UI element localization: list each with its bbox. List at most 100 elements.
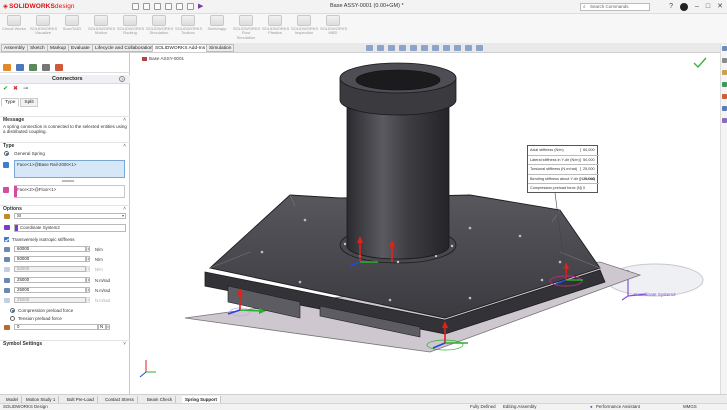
tab-type[interactable]: Type [1, 98, 20, 107]
maximize-icon[interactable]: □ [706, 2, 710, 11]
resources-icon[interactable] [722, 46, 727, 51]
expand-icon[interactable]: ˅ [123, 341, 126, 348]
preload-unit-select[interactable]: N [98, 324, 106, 330]
ribbon-toolbox[interactable]: SOLIDWORKS Toolbox [175, 15, 202, 36]
zoom-fit-icon[interactable] [366, 45, 373, 51]
options-section-header[interactable]: Options ˄ [0, 205, 130, 212]
selection-box-1[interactable]: Face<1>@Base Rail-2000<1> [14, 160, 125, 178]
tab-markup[interactable]: Markup [47, 44, 69, 52]
print-icon[interactable] [165, 3, 172, 10]
display-style-icon[interactable] [421, 45, 428, 51]
close-icon[interactable]: ✕ [717, 2, 723, 11]
torsional-stiffness-spinner[interactable]: ⇕ [86, 277, 90, 283]
torsional-stiffness-input[interactable]: 25000 [14, 277, 86, 283]
tension-preload-radio[interactable] [10, 316, 15, 321]
ribbon-circuitworks[interactable]: Circuit Works [1, 15, 27, 31]
transversely-isotropic-checkbox[interactable] [4, 237, 9, 242]
axial-stiffness-spinner[interactable]: ⇕ [86, 246, 90, 252]
display-manager-icon[interactable] [55, 64, 63, 71]
status-assistant[interactable]: Performance Assistant [596, 404, 640, 410]
search-commands-input[interactable]: ⌕ Search Commands [580, 3, 650, 11]
custom-properties-icon[interactable] [722, 106, 727, 111]
unit-system-select[interactable]: SI ▾ [14, 213, 126, 219]
axial-stiffness-input[interactable]: 60000 [14, 246, 86, 252]
selection-item[interactable]: Face<1>@Base Rail-2000<1> [15, 161, 124, 168]
collapse-icon[interactable]: ˄ [123, 206, 126, 213]
general-spring-radio[interactable] [4, 151, 9, 156]
open-icon[interactable] [143, 3, 150, 10]
status-units[interactable]: MMGS [683, 404, 697, 410]
ribbon-routing[interactable]: SOLIDWORKS Routing [117, 15, 144, 36]
zoom-area-icon[interactable] [377, 45, 384, 51]
lateral-stiffness-input[interactable]: 50000 [14, 256, 86, 262]
minimize-icon[interactable]: – [695, 2, 699, 11]
tab-simulation[interactable]: Simulation [206, 44, 235, 52]
assembly-model[interactable]: Coordinate System2 [130, 53, 720, 394]
coordinate-system-field[interactable]: Coordinate System2 [14, 224, 126, 232]
selection-box-2[interactable]: Face<2>@Floor<1> [14, 185, 125, 198]
tab-motion-study[interactable]: Motion Study 1 [23, 396, 60, 403]
play-icon[interactable]: ▶ [198, 3, 203, 10]
help-icon[interactable]: ? [669, 2, 673, 11]
undo-icon[interactable] [176, 3, 183, 10]
view-settings-icon[interactable] [465, 45, 472, 51]
file-explorer-icon[interactable] [722, 70, 727, 75]
preload-force-input[interactable]: 0 [14, 324, 98, 330]
new-icon[interactable] [132, 3, 139, 10]
section-view-icon[interactable] [399, 45, 406, 51]
solidworks-forum-icon[interactable] [722, 118, 727, 123]
appearances-icon[interactable] [722, 94, 727, 99]
ribbon-inspection[interactable]: SOLIDWORKS Inspection [291, 15, 318, 36]
tab-contact-stress[interactable]: Contact Stress [102, 396, 138, 403]
tab-split[interactable]: Split [20, 98, 38, 107]
graphics-area[interactable]: Coordinate System2 [130, 53, 720, 394]
preload-unit-chevron-icon[interactable]: ▾ [106, 324, 110, 330]
symbol-settings-header[interactable]: Symbol Settings ˅ [0, 340, 130, 347]
previous-view-icon[interactable] [388, 45, 395, 51]
pin-icon[interactable]: ⊸ [23, 86, 28, 93]
avatar[interactable] [679, 2, 688, 11]
tab-solidworks-addins[interactable]: SOLIDWORKS Add-Ins [152, 44, 209, 52]
design-library-icon[interactable] [722, 58, 727, 63]
bending-stiffness-input[interactable]: 25000 [14, 287, 86, 293]
configuration-manager-icon[interactable] [29, 64, 37, 71]
ribbon-visualize[interactable]: SOLIDWORKS Visualize [30, 15, 57, 36]
monitor-icon[interactable] [476, 45, 483, 51]
view-palette-icon[interactable] [722, 82, 727, 87]
message-section-header[interactable]: Message ˄ [0, 116, 130, 123]
ribbon-simulation[interactable]: SOLIDWORKS Simulation [146, 15, 173, 36]
tab-bolt-preload[interactable]: Bolt Pre-Load [64, 396, 98, 403]
tab-lifecycle[interactable]: Lifecycle and Collaboration [92, 44, 156, 52]
cancel-x-icon[interactable]: ✖ [13, 86, 18, 93]
property-manager-icon[interactable] [16, 64, 24, 71]
scene-icon[interactable] [454, 45, 461, 51]
ribbon-mbd[interactable]: SOLIDWORKS MBD [320, 15, 347, 36]
ribbon-scanto3d[interactable]: ScanTo3D [59, 15, 85, 31]
tab-assembly[interactable]: Assembly [1, 44, 28, 52]
tab-evaluate[interactable]: Evaluate [68, 44, 93, 52]
tab-spring-support[interactable]: Spring Support [182, 396, 221, 403]
ribbon-motion[interactable]: SOLIDWORKS Motion [88, 15, 115, 36]
ok-check-icon[interactable]: ✔ [3, 86, 8, 93]
performance-assistant-icon[interactable]: ● [590, 404, 593, 410]
selection-item[interactable]: Face<2>@Floor<1> [15, 186, 124, 193]
tab-sketch[interactable]: Sketch [27, 44, 48, 52]
hide-show-icon[interactable] [432, 45, 439, 51]
ribbon-plastics[interactable]: SOLIDWORKS Plastics [262, 15, 289, 36]
compression-preload-radio[interactable] [10, 308, 15, 313]
save-icon[interactable] [154, 3, 161, 10]
lateral-stiffness-spinner[interactable]: ⇕ [86, 256, 90, 262]
view-orientation-icon[interactable] [410, 45, 417, 51]
resize-handle[interactable] [62, 180, 74, 182]
appearance-icon[interactable] [443, 45, 450, 51]
select-icon[interactable] [187, 3, 194, 10]
feature-tree-flyout[interactable]: Base ASSY-0001 [142, 56, 184, 61]
bending-stiffness-spinner[interactable]: ⇕ [86, 287, 90, 293]
ribbon-flow-simulation[interactable]: SOLIDWORKS Flow Simulation [233, 15, 260, 40]
tab-beam-check[interactable]: Beam Check [144, 396, 177, 403]
type-section-header[interactable]: Type ˄ [0, 142, 130, 149]
feature-manager-icon[interactable] [3, 64, 11, 71]
dim-xpert-icon[interactable] [42, 64, 50, 71]
collapse-icon[interactable]: ˄ [123, 117, 126, 124]
help-icon[interactable]: ? [119, 76, 125, 82]
